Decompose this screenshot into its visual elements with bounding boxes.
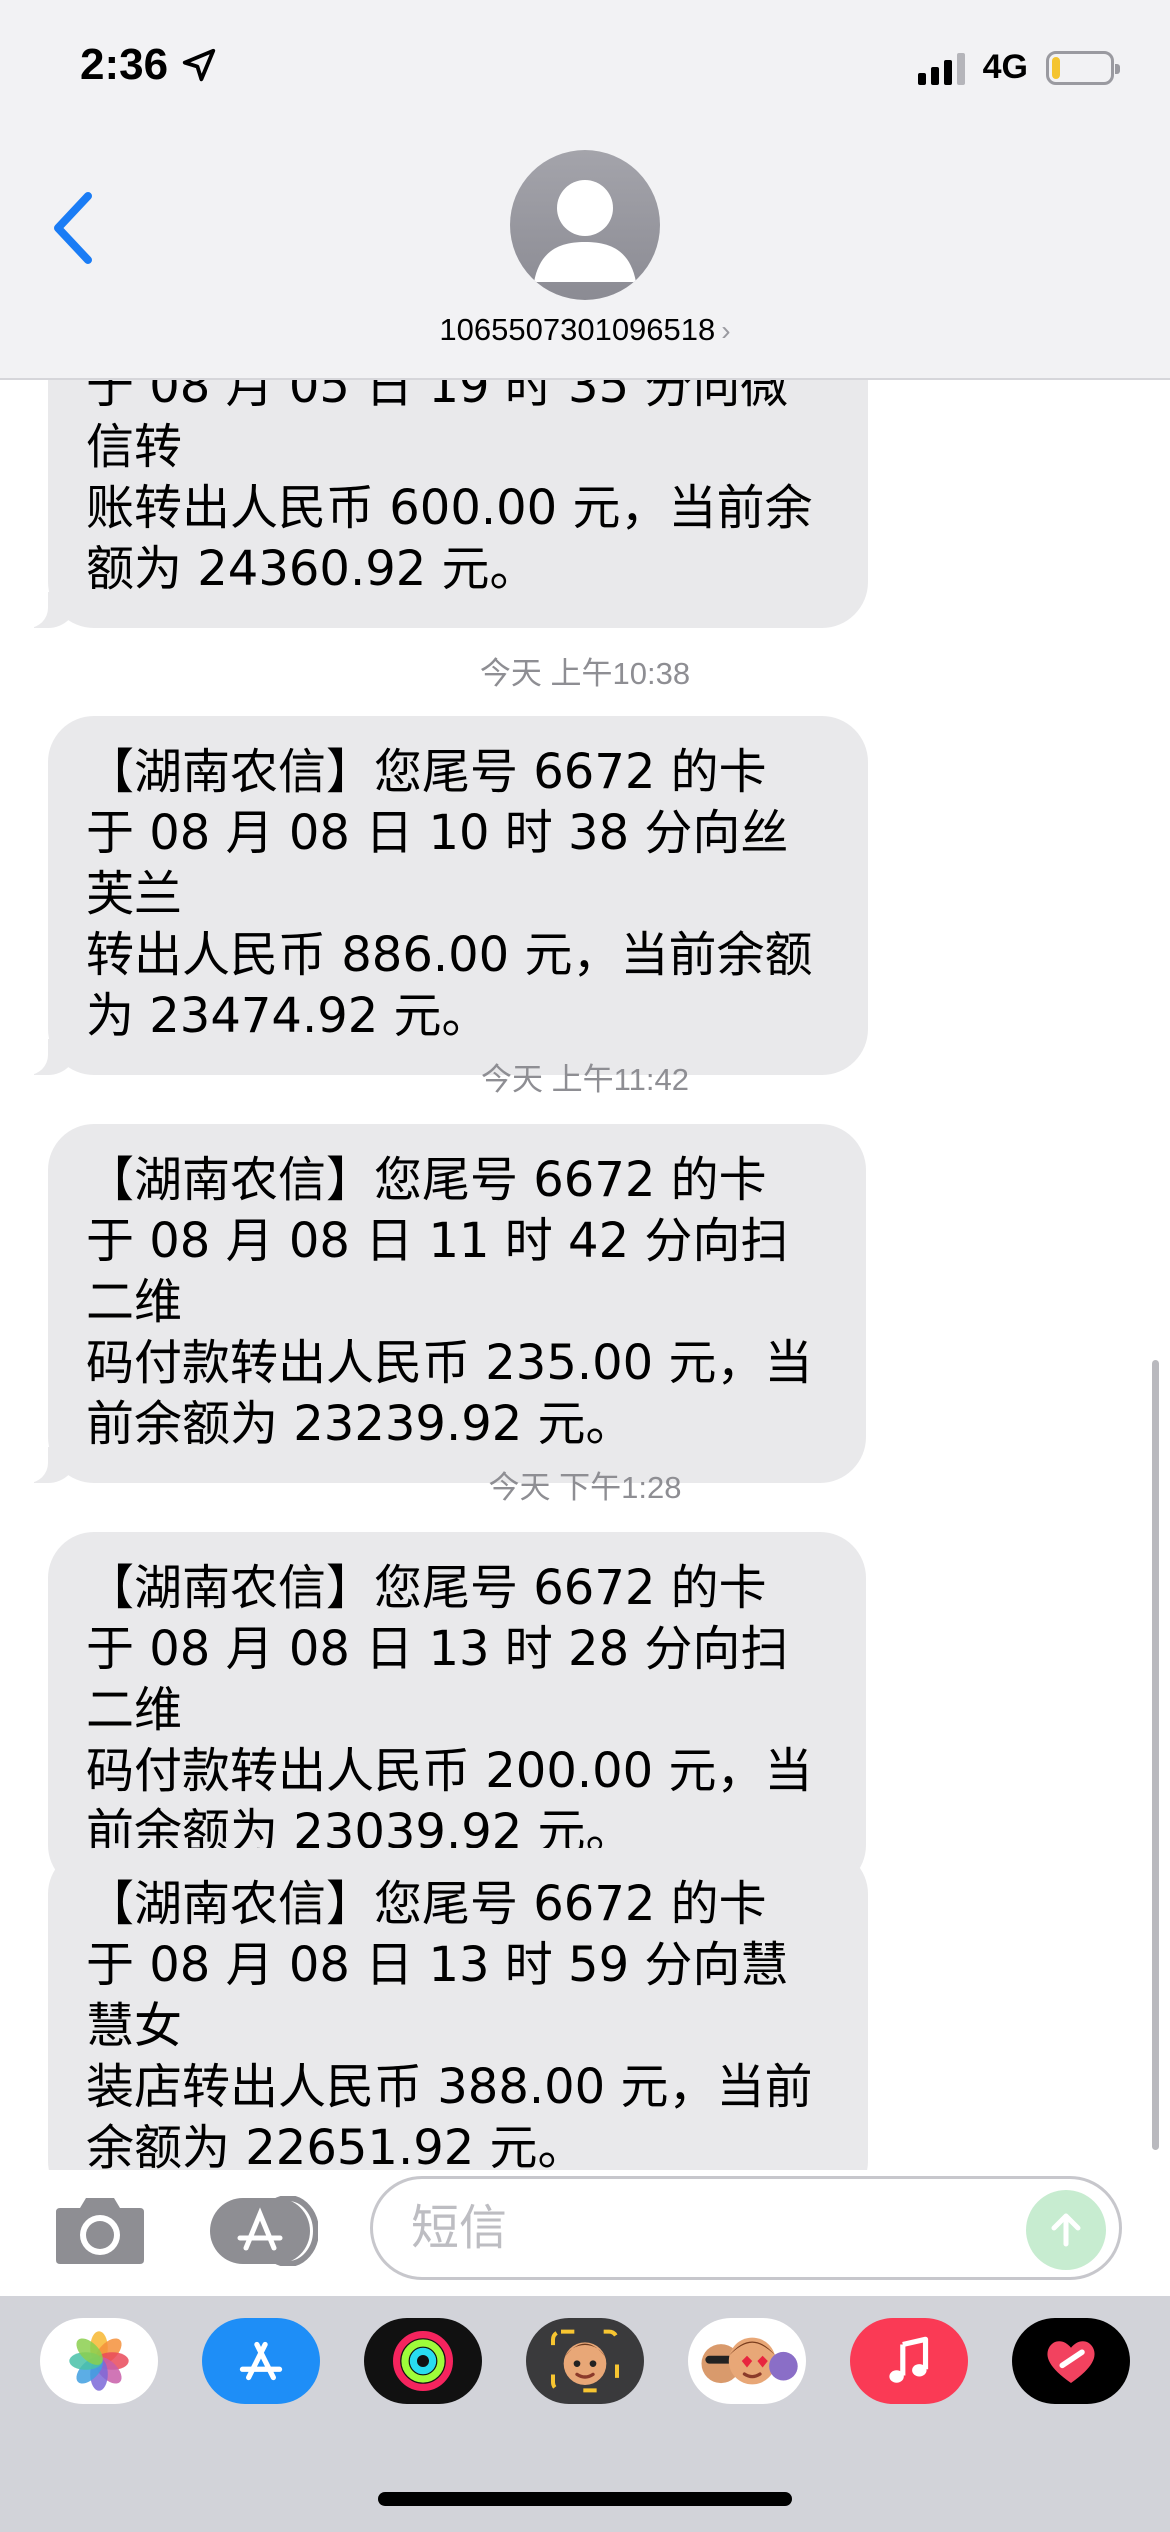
contact-number: 1065507301096518 [439, 312, 716, 347]
battery-level [1052, 56, 1061, 79]
location-arrow-icon [182, 48, 216, 82]
heart-touch-icon [1047, 2341, 1095, 2383]
memoji-icon[interactable] [526, 2318, 644, 2404]
battery-icon [1046, 50, 1120, 85]
status-indicators: 4G [917, 48, 1120, 87]
chevron-left-icon [54, 192, 92, 264]
message-timestamp: 今天 下午1:28 [488, 1470, 682, 1505]
memoji-stickers-icon [701, 2337, 798, 2385]
photos-icon[interactable] [40, 2318, 158, 2404]
photos-flower-icon [69, 2331, 129, 2391]
camera-button[interactable] [52, 2190, 148, 2268]
contact-name-button[interactable]: 1065507301096518 › [0, 312, 1170, 348]
camera-icon [56, 2198, 144, 2264]
message-bubble[interactable]: 【湖南农信】您尾号 6672 的卡 于 08 月 08 日 13 时 59 分向… [48, 1848, 868, 2170]
clock-time: 2:36 [80, 40, 169, 89]
message-timestamp: 今天 上午11:42 [481, 1062, 689, 1097]
digital-touch-icon[interactable] [1012, 2318, 1130, 2404]
message-timestamp: 今天 上午10:38 [479, 656, 691, 691]
home-indicator[interactable] [378, 2492, 792, 2506]
message-bubble[interactable]: 【湖南农信】您尾号 6672 的卡 于 08 月 08 日 10 时 38 分向… [22, 716, 868, 1075]
app-store-glyph-icon [239, 2341, 283, 2381]
activity-icon[interactable] [364, 2318, 482, 2404]
chevron-right-icon: › [721, 315, 731, 346]
app-store-icon[interactable] [202, 2318, 320, 2404]
cellular-signal-icon [917, 51, 965, 85]
status-time: 2:36 [80, 40, 218, 90]
conversation-header: 2:36 4G 1065507301096518 › [0, 0, 1170, 380]
arrow-up-icon [1051, 2213, 1081, 2247]
message-input[interactable] [370, 2176, 1122, 2280]
contact-avatar[interactable] [510, 150, 660, 300]
send-button[interactable] [1026, 2190, 1106, 2270]
memoji-face-icon [551, 2329, 619, 2393]
animoji-stickers-icon[interactable] [688, 2318, 806, 2404]
back-button[interactable] [44, 188, 104, 268]
network-type: 4G [982, 48, 1028, 86]
app-store-apps-button[interactable] [208, 2195, 319, 2267]
music-icon[interactable] [850, 2318, 968, 2404]
scrollbar[interactable] [1152, 1360, 1159, 2150]
music-note-icon [889, 2336, 929, 2383]
message-bubble[interactable]: 【湖南农信】您尾号 6672 的卡 于 08 月 08 日 13 时 28 分向… [48, 1532, 866, 1891]
person-icon [534, 180, 636, 282]
apps-icon [210, 2195, 319, 2267]
message-bubble[interactable]: 【湖南农信】您尾号 6672 的卡 于 08 月 08 日 11 时 42 分向… [22, 1124, 866, 1483]
activity-rings-icon [393, 2331, 453, 2391]
